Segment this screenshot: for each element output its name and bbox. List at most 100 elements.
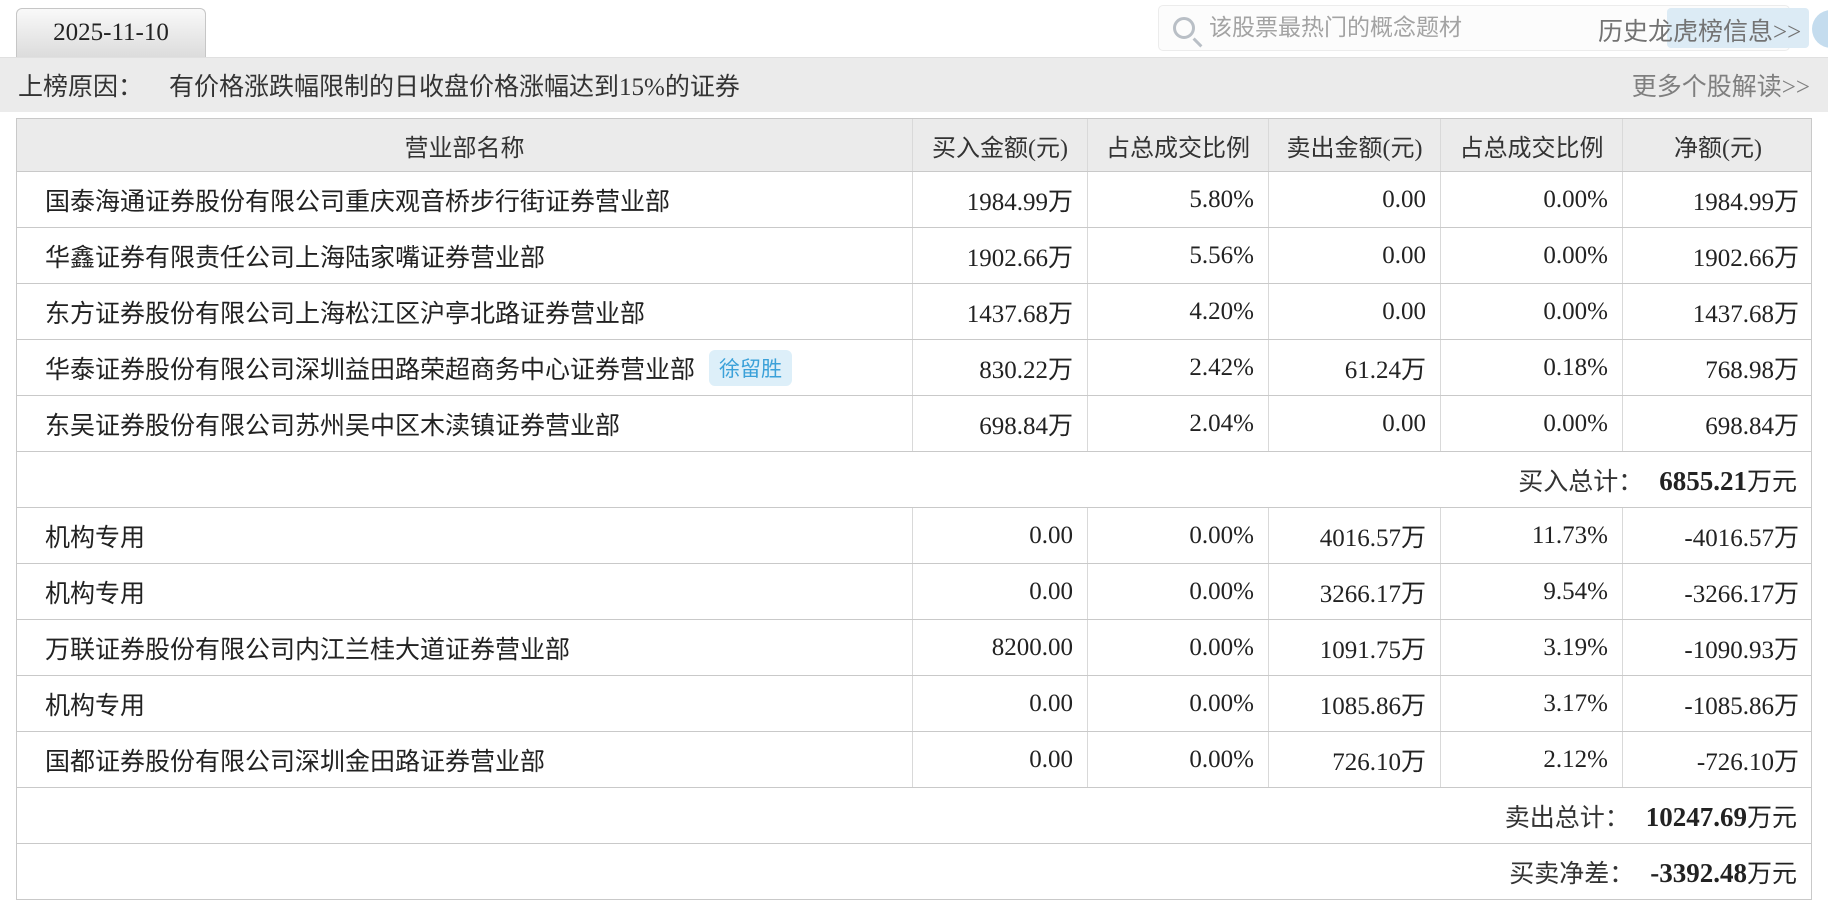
buy-amount: 8200.00 (913, 620, 1088, 675)
sell-ratio: 2.12% (1441, 732, 1623, 787)
search-icon (1173, 17, 1195, 39)
sell-ratio: 9.54% (1441, 564, 1623, 619)
net-amount: -726.10万 (1623, 732, 1813, 787)
sell-amount: 726.10万 (1269, 732, 1441, 787)
reason-text: 有价格涨跌幅限制的日收盘价格涨幅达到15%的证券 (169, 67, 740, 103)
net-amount: -3266.17万 (1623, 564, 1813, 619)
buy-total-value: 6855.21万元 (1659, 462, 1797, 498)
sell-total-label: 卖出总计： (1505, 798, 1630, 834)
reason-label: 上榜原因： (18, 67, 143, 103)
sell-ratio: 3.17% (1441, 676, 1623, 731)
buy-ratio: 0.00% (1088, 508, 1269, 563)
net-amount: -1085.86万 (1623, 676, 1813, 731)
buy-ratio: 0.00% (1088, 676, 1269, 731)
buy-table-row: 华鑫证券有限责任公司上海陆家嘴证券营业部 1902.66万 5.56% 0.00… (17, 228, 1811, 284)
sell-ratio: 0.18% (1441, 340, 1623, 395)
net-amount: 1902.66万 (1623, 228, 1813, 283)
sell-ratio: 0.00% (1441, 284, 1623, 339)
buy-table-row: 华泰证券股份有限公司深圳益田路荣超商务中心证券营业部 徐留胜 830.22万 2… (17, 340, 1811, 396)
floating-button[interactable] (1812, 10, 1828, 48)
buy-table-row: 东方证券股份有限公司上海松江区沪亭北路证券营业部 1437.68万 4.20% … (17, 284, 1811, 340)
net-diff-label: 买卖净差： (1509, 854, 1634, 890)
sell-ratio: 0.00% (1441, 172, 1623, 227)
table-header-row: 营业部名称 买入金额(元) 占总成交比例 卖出金额(元) 占总成交比例 净额(元… (17, 119, 1811, 172)
buy-amount: 0.00 (913, 676, 1088, 731)
buy-amount: 1437.68万 (913, 284, 1088, 339)
buy-ratio: 0.00% (1088, 564, 1269, 619)
sell-table-row: 万联证券股份有限公司内江兰桂大道证券营业部 8200.00 0.00% 1091… (17, 620, 1811, 676)
listing-reason-bar: 上榜原因： 有价格涨跌幅限制的日收盘价格涨幅达到15%的证券 更多个股解读>> (0, 57, 1828, 112)
branch-name: 国都证券股份有限公司深圳金田路证券营业部 (17, 732, 913, 787)
sell-table-row: 国都证券股份有限公司深圳金田路证券营业部 0.00 0.00% 726.10万 … (17, 732, 1811, 788)
buy-table-row: 国泰海通证券股份有限公司重庆观音桥步行街证券营业部 1984.99万 5.80%… (17, 172, 1811, 228)
buy-amount: 830.22万 (913, 340, 1088, 395)
dragon-tiger-table: 营业部名称 买入金额(元) 占总成交比例 卖出金额(元) 占总成交比例 净额(元… (16, 118, 1812, 900)
date-tab-label: 2025-11-10 (53, 19, 169, 47)
net-amount: -1090.93万 (1623, 620, 1813, 675)
sell-table-row: 机构专用 0.00 0.00% 3266.17万 9.54% -3266.17万 (17, 564, 1811, 620)
header-sell-ratio: 占总成交比例 (1441, 119, 1623, 171)
sell-amount: 3266.17万 (1269, 564, 1441, 619)
buy-ratio: 5.80% (1088, 172, 1269, 227)
buy-amount: 1984.99万 (913, 172, 1088, 227)
sell-amount: 61.24万 (1269, 340, 1441, 395)
net-amount: 698.84万 (1623, 396, 1813, 451)
sell-ratio: 11.73% (1441, 508, 1623, 563)
buy-total-label: 买入总计： (1518, 462, 1643, 498)
buy-amount: 0.00 (913, 732, 1088, 787)
net-amount: -4016.57万 (1623, 508, 1813, 563)
history-lhb-link[interactable]: 历史龙虎榜信息>> (1598, 12, 1801, 48)
net-amount: 1984.99万 (1623, 172, 1813, 227)
branch-name: 万联证券股份有限公司内江兰桂大道证券营业部 (17, 620, 913, 675)
buy-ratio: 0.00% (1088, 620, 1269, 675)
date-tab[interactable]: 2025-11-10 (16, 8, 206, 57)
header-branch-name: 营业部名称 (17, 119, 913, 171)
net-diff-value: -3392.48万元 (1650, 854, 1797, 890)
buy-amount: 1902.66万 (913, 228, 1088, 283)
branch-name: 机构专用 (17, 564, 913, 619)
sell-total-row: 卖出总计： 10247.69万元 (17, 788, 1811, 844)
branch-name: 机构专用 (17, 676, 913, 731)
sell-amount: 1085.86万 (1269, 676, 1441, 731)
buy-ratio: 0.00% (1088, 732, 1269, 787)
sell-amount: 0.00 (1269, 228, 1441, 283)
sell-amount: 4016.57万 (1269, 508, 1441, 563)
buy-ratio: 5.56% (1088, 228, 1269, 283)
buy-table-row: 东吴证券股份有限公司苏州吴中区木渎镇证券营业部 698.84万 2.04% 0.… (17, 396, 1811, 452)
trader-badge[interactable]: 徐留胜 (709, 350, 792, 386)
sell-table-row: 机构专用 0.00 0.00% 4016.57万 11.73% -4016.57… (17, 508, 1811, 564)
branch-name: 机构专用 (17, 508, 913, 563)
branch-name: 华泰证券股份有限公司深圳益田路荣超商务中心证券营业部 徐留胜 (17, 340, 913, 395)
buy-ratio: 2.04% (1088, 396, 1269, 451)
sell-ratio: 3.19% (1441, 620, 1623, 675)
buy-amount: 698.84万 (913, 396, 1088, 451)
sell-ratio: 0.00% (1441, 396, 1623, 451)
buy-total-row: 买入总计： 6855.21万元 (17, 452, 1811, 508)
branch-name: 东吴证券股份有限公司苏州吴中区木渎镇证券营业部 (17, 396, 913, 451)
more-stock-analysis-link[interactable]: 更多个股解读>> (1632, 67, 1810, 103)
branch-name: 国泰海通证券股份有限公司重庆观音桥步行街证券营业部 (17, 172, 913, 227)
sell-amount: 0.00 (1269, 284, 1441, 339)
branch-name: 华鑫证券有限责任公司上海陆家嘴证券营业部 (17, 228, 913, 283)
sell-amount: 1091.75万 (1269, 620, 1441, 675)
buy-ratio: 2.42% (1088, 340, 1269, 395)
branch-name: 东方证券股份有限公司上海松江区沪亭北路证券营业部 (17, 284, 913, 339)
header-buy-ratio: 占总成交比例 (1088, 119, 1269, 171)
net-diff-row: 买卖净差： -3392.48万元 (17, 844, 1811, 900)
buy-amount: 0.00 (913, 564, 1088, 619)
sell-table-row: 机构专用 0.00 0.00% 1085.86万 3.17% -1085.86万 (17, 676, 1811, 732)
buy-ratio: 4.20% (1088, 284, 1269, 339)
net-amount: 1437.68万 (1623, 284, 1813, 339)
sell-amount: 0.00 (1269, 172, 1441, 227)
sell-amount: 0.00 (1269, 396, 1441, 451)
header-sell-amount: 卖出金额(元) (1269, 119, 1441, 171)
net-amount: 768.98万 (1623, 340, 1813, 395)
header-net-amount: 净额(元) (1623, 119, 1813, 171)
search-input[interactable] (1209, 15, 1589, 41)
top-bar: 2025-11-10 历史龙虎榜信息>> (0, 0, 1828, 57)
buy-amount: 0.00 (913, 508, 1088, 563)
sell-ratio: 0.00% (1441, 228, 1623, 283)
header-buy-amount: 买入金额(元) (913, 119, 1088, 171)
sell-total-value: 10247.69万元 (1646, 798, 1797, 834)
branch-name-text: 华泰证券股份有限公司深圳益田路荣超商务中心证券营业部 (45, 350, 695, 386)
